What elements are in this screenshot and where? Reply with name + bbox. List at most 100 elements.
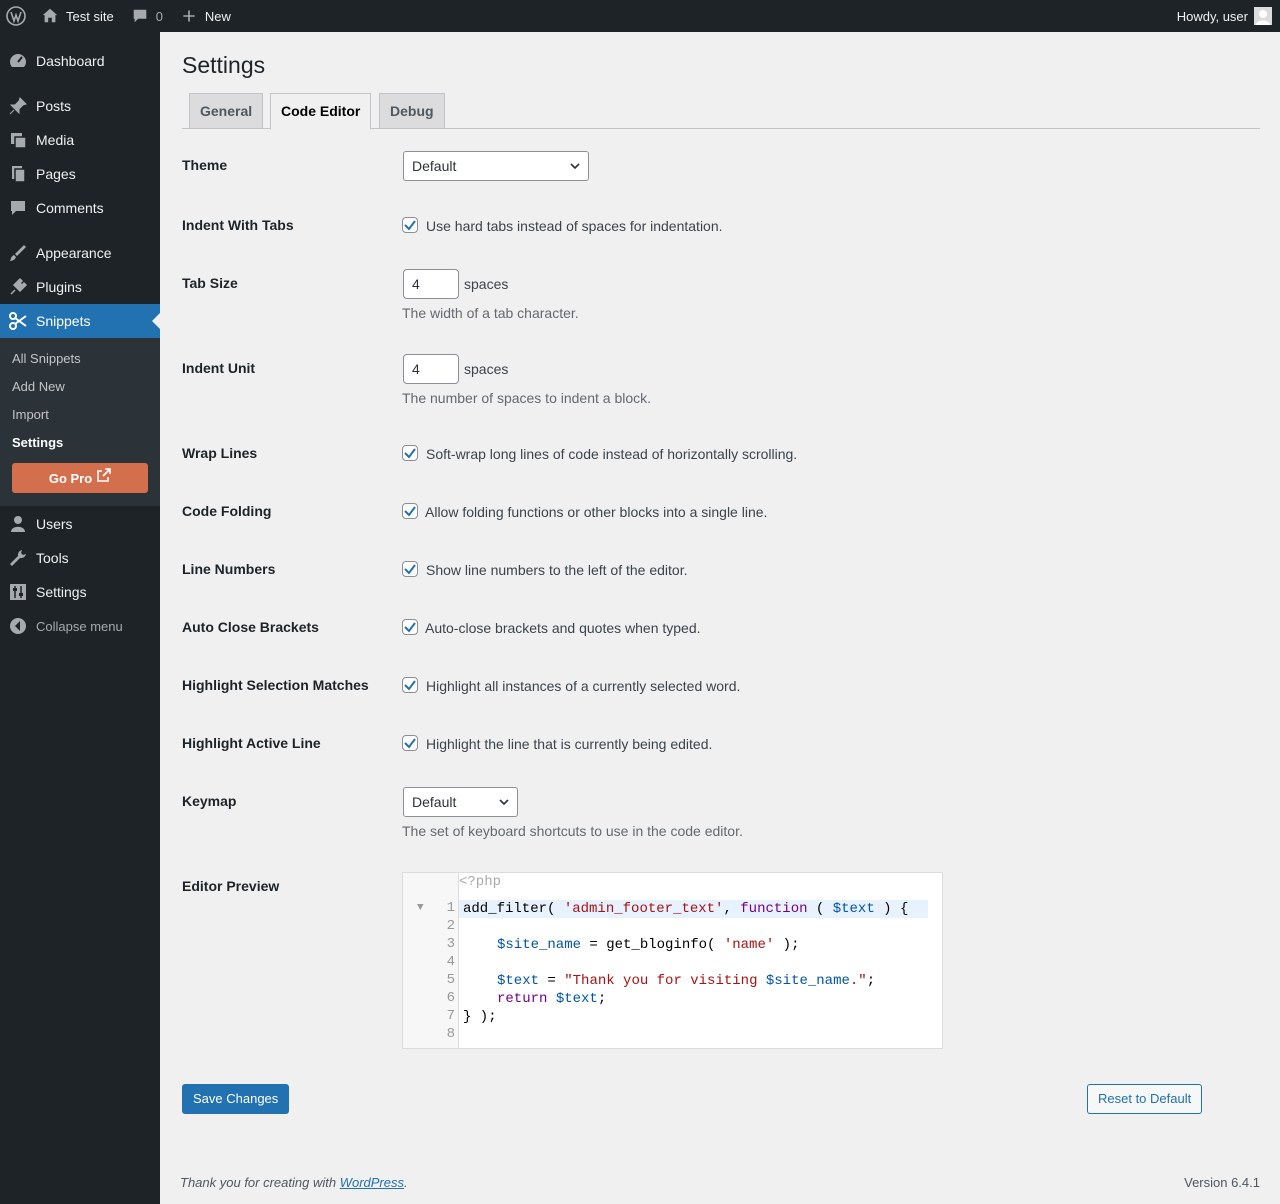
indent-unit-unit: spaces bbox=[464, 361, 509, 377]
tab-general[interactable]: General bbox=[189, 93, 264, 129]
submenu-add-new[interactable]: Add New bbox=[0, 373, 160, 401]
menu-label: Pages bbox=[36, 166, 76, 182]
new-label: New bbox=[204, 8, 231, 24]
php-open-tag: <?php bbox=[459, 873, 501, 891]
tab-size-label: Tab Size bbox=[182, 275, 238, 291]
tab-size-value: 4 bbox=[412, 276, 420, 292]
line-number: 6 bbox=[446, 990, 455, 1006]
code-line-6: return $text; bbox=[463, 990, 606, 1008]
menu-media[interactable]: Media bbox=[0, 123, 160, 157]
keymap-select-value: Default bbox=[412, 794, 457, 810]
indent-with-tabs-checkbox[interactable] bbox=[402, 217, 418, 233]
menu-posts[interactable]: Posts bbox=[0, 89, 160, 123]
line-numbers-label: Line Numbers bbox=[182, 561, 276, 577]
php-header: <?php bbox=[459, 874, 502, 890]
theme-select[interactable]: Default bbox=[403, 151, 589, 181]
wp-logo-menu[interactable] bbox=[0, 0, 32, 32]
keymap-label: Keymap bbox=[182, 793, 237, 809]
highlight-selection-matches-text: Highlight all instances of a currently s… bbox=[426, 678, 741, 694]
wrap-lines-checkbox[interactable] bbox=[402, 445, 418, 461]
code-token: 'admin_footer_text' bbox=[563, 901, 724, 917]
code-folding-checkbox[interactable] bbox=[402, 503, 418, 519]
code-token: , bbox=[723, 901, 741, 917]
go-pro-button[interactable]: Go Pro bbox=[12, 463, 148, 493]
code-token: = bbox=[539, 973, 565, 989]
footer-thanks: Thank you for creating with WordPress. bbox=[180, 1175, 408, 1190]
reset-to-default-button[interactable]: Reset to Default bbox=[1087, 1084, 1203, 1114]
line-number: 7 bbox=[446, 1008, 455, 1024]
comments-count: 0 bbox=[155, 8, 163, 24]
code-token: "Thank you for visiting bbox=[564, 973, 766, 989]
menu-label: Media bbox=[36, 132, 75, 148]
indent-unit-value: 4 bbox=[412, 361, 420, 377]
tab-debug[interactable]: Debug bbox=[379, 93, 445, 129]
tab-size-description: The width of a tab character. bbox=[402, 305, 579, 321]
checkmark-icon bbox=[404, 738, 416, 749]
submenu-all-snippets[interactable]: All Snippets bbox=[0, 345, 160, 373]
auto-close-brackets-label: Auto Close Brackets bbox=[182, 619, 319, 635]
wrench-icon bbox=[0, 548, 36, 568]
highlight-selection-matches-checkbox[interactable] bbox=[402, 677, 418, 693]
site-name-menu[interactable]: Test site bbox=[32, 0, 122, 32]
menu-label: Collapse menu bbox=[36, 618, 123, 634]
menu-pages[interactable]: Pages bbox=[0, 157, 160, 191]
dashboard-gauge-icon bbox=[0, 51, 36, 71]
code-folding-text: Allow folding functions or other blocks … bbox=[425, 504, 768, 520]
code-line-7: } ); bbox=[463, 1009, 497, 1025]
pages-icon bbox=[0, 164, 36, 184]
menu-label: Dashboard bbox=[36, 53, 105, 69]
checkmark-icon bbox=[404, 506, 416, 517]
new-content-menu[interactable]: New bbox=[171, 0, 239, 32]
highlight-active-line-checkbox[interactable] bbox=[402, 735, 418, 751]
line-number: 8 bbox=[446, 1026, 455, 1042]
wordpress-logo-icon bbox=[6, 6, 26, 26]
menu-appearance[interactable]: Appearance bbox=[0, 236, 160, 270]
tab-code-editor[interactable]: Code Editor bbox=[270, 93, 372, 130]
indent-unit-label: Indent Unit bbox=[182, 360, 256, 376]
menu-dashboard[interactable]: Dashboard bbox=[0, 44, 160, 78]
home-icon bbox=[40, 6, 60, 26]
menu-plugins[interactable]: Plugins bbox=[0, 270, 160, 304]
my-account-menu[interactable]: Howdy, user bbox=[1169, 0, 1280, 32]
user-icon bbox=[0, 514, 36, 534]
checkmark-icon bbox=[404, 622, 416, 633]
greeting: Howdy, user bbox=[1176, 8, 1248, 24]
code-token: $site_name bbox=[497, 937, 582, 953]
auto-close-brackets-checkbox[interactable] bbox=[402, 619, 418, 635]
menu-label: Plugins bbox=[36, 279, 82, 295]
menu-label: Settings bbox=[36, 584, 87, 600]
menu-settings[interactable]: Settings bbox=[0, 575, 160, 609]
theme-select-value: Default bbox=[412, 158, 457, 174]
settings-sliders-icon bbox=[0, 582, 36, 602]
auto-close-brackets-text: Auto-close brackets and quotes when type… bbox=[425, 620, 701, 636]
submenu-settings[interactable]: Settings bbox=[0, 429, 160, 457]
line-numbers-text: Show line numbers to the left of the edi… bbox=[426, 562, 688, 578]
code-line-1: add_filter( 'admin_footer_text', functio… bbox=[463, 900, 908, 918]
submenu-import[interactable]: Import bbox=[0, 401, 160, 429]
menu-label: Tools bbox=[36, 550, 69, 566]
code-token: $text bbox=[832, 901, 875, 917]
wrap-lines-text: Soft-wrap long lines of code instead of … bbox=[426, 446, 798, 462]
menu-users[interactable]: Users bbox=[0, 507, 160, 541]
page-title: Settings bbox=[182, 52, 266, 78]
code-token: ." bbox=[849, 973, 867, 989]
indent-unit-input[interactable]: 4 bbox=[403, 354, 459, 384]
menu-tools[interactable]: Tools bbox=[0, 541, 160, 575]
tab-size-input[interactable]: 4 bbox=[403, 269, 459, 299]
keymap-select[interactable]: Default bbox=[403, 787, 518, 817]
pushpin-icon bbox=[0, 96, 36, 116]
menu-comments[interactable]: Comments bbox=[0, 191, 160, 225]
menu-snippets[interactable]: Snippets bbox=[0, 304, 160, 338]
checkmark-icon bbox=[404, 680, 416, 691]
code-editor-preview[interactable]: <?php ▼ 1 add_filter( 'admin_footer_text… bbox=[402, 872, 943, 1049]
menu-label: Comments bbox=[36, 200, 104, 216]
line-number: 1 bbox=[446, 900, 455, 916]
collapse-menu-button[interactable]: Collapse menu bbox=[0, 609, 160, 643]
save-changes-button[interactable]: Save Changes bbox=[182, 1084, 290, 1114]
line-numbers-checkbox[interactable] bbox=[402, 561, 418, 577]
code-line-5: $text = "Thank you for visiting $site_na… bbox=[463, 972, 875, 990]
comments-menu[interactable]: 0 bbox=[122, 0, 171, 32]
wordpress-link[interactable]: WordPress bbox=[340, 1175, 404, 1190]
line-number: 3 bbox=[446, 936, 455, 952]
menu-label: Appearance bbox=[36, 245, 112, 261]
